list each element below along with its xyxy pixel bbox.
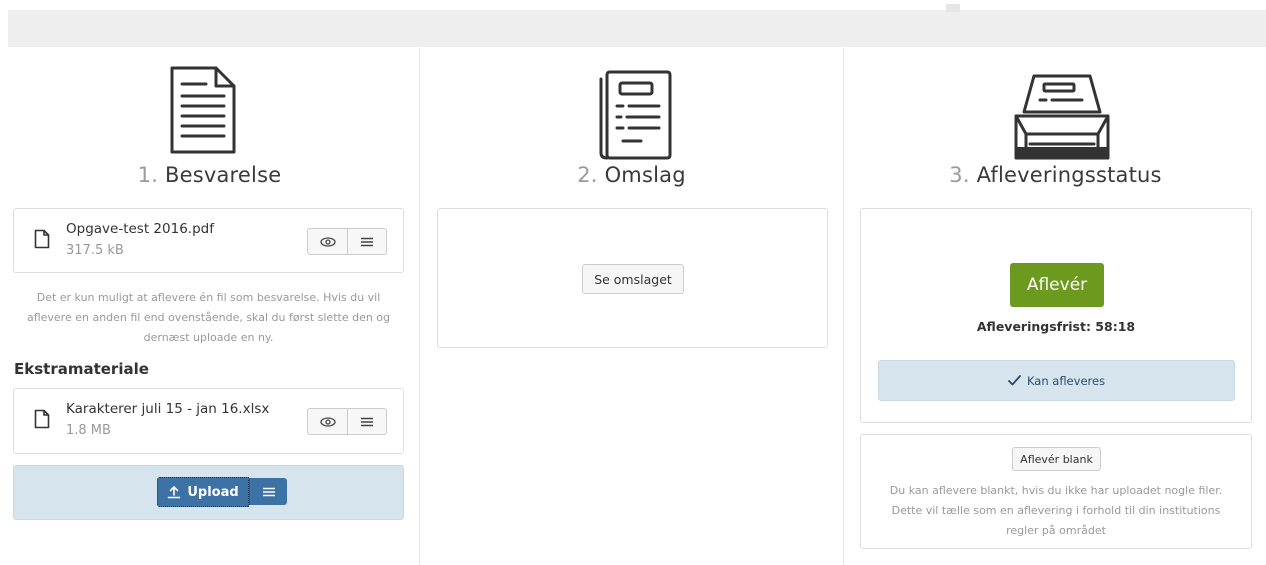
column-omslag: 2. Omslag Se omslaget: [420, 47, 844, 565]
file-name: Opgave-test 2016.pdf: [66, 221, 214, 237]
upload-label: Upload: [187, 484, 239, 500]
section-title: Afleveringsstatus: [976, 163, 1162, 187]
extra-material-heading: Ekstramateriale: [14, 360, 149, 378]
top-bar: [8, 4, 1266, 47]
menu-icon: [262, 487, 275, 496]
section-number: 2.: [577, 163, 598, 187]
file-size: 317.5 kB: [66, 243, 124, 258]
file-name: Karakterer juli 15 - jan 16.xlsx: [66, 401, 270, 417]
file-size: 1.8 MB: [66, 423, 111, 438]
file-icon: [34, 409, 50, 429]
menu-icon: [361, 237, 373, 246]
status-indicator: Kan afleveres: [878, 360, 1235, 401]
file-menu-button[interactable]: [347, 229, 386, 254]
file-icon: [34, 229, 50, 249]
deadline-text: Afleveringsfrist: 58:18: [976, 319, 1136, 334]
section-title: Omslag: [604, 163, 686, 187]
file-actions: [307, 408, 387, 435]
section-heading-afleveringsstatus: 3. Afleveringsstatus: [845, 163, 1266, 187]
upload-icon: [168, 486, 181, 499]
menu-icon: [361, 417, 373, 426]
status-text: Kan afleveres: [1026, 373, 1106, 388]
check-icon: [1008, 375, 1021, 386]
section-heading-omslag: 2. Omslag: [420, 163, 843, 187]
blank-submit-note: Du kan aflevere blankt, hvis du ikke har…: [889, 484, 1223, 537]
file-menu-button[interactable]: [347, 409, 386, 434]
single-file-note: Det er kun muligt at aflevere én fil som…: [26, 291, 391, 344]
cover-card: Se omslaget: [437, 208, 828, 348]
upload-menu-button[interactable]: [249, 478, 287, 505]
column-besvarelse: 1. Besvarelse Opgave-test 2016.pdf 317.5…: [0, 47, 420, 565]
extra-file-card: Karakterer juli 15 - jan 16.xlsx 1.8 MB: [13, 388, 404, 454]
section-heading-besvarelse: 1. Besvarelse: [0, 163, 419, 187]
preview-button[interactable]: [308, 409, 347, 434]
file-actions: [307, 228, 387, 255]
column-afleveringsstatus: 3. Afleveringsstatus Aflevér Afleverings…: [845, 47, 1266, 565]
upload-panel: Upload: [13, 465, 404, 520]
preview-button[interactable]: [308, 229, 347, 254]
submit-blank-button[interactable]: Aflevér blank: [1012, 447, 1101, 471]
submit-button[interactable]: Aflevér: [1010, 263, 1104, 307]
eye-icon: [319, 236, 336, 247]
answer-file-card: Opgave-test 2016.pdf 317.5 kB: [13, 208, 404, 273]
top-bar-notch: [946, 4, 960, 12]
section-title: Besvarelse: [164, 163, 282, 187]
eye-icon: [319, 416, 336, 427]
upload-button-group: Upload: [157, 477, 287, 507]
cover-icon: [599, 70, 672, 160]
view-cover-button[interactable]: Se omslaget: [582, 264, 684, 294]
section-number: 3.: [949, 163, 970, 187]
upload-button[interactable]: Upload: [157, 477, 249, 507]
section-number: 1.: [137, 163, 159, 187]
document-icon: [170, 66, 236, 154]
filing-tray-icon: [1014, 74, 1110, 160]
submit-card: Aflevér Afleveringsfrist: 58:18 Kan afle…: [860, 208, 1252, 423]
blank-submit-card: Aflevér blank Du kan aflevere blankt, hv…: [860, 434, 1252, 549]
